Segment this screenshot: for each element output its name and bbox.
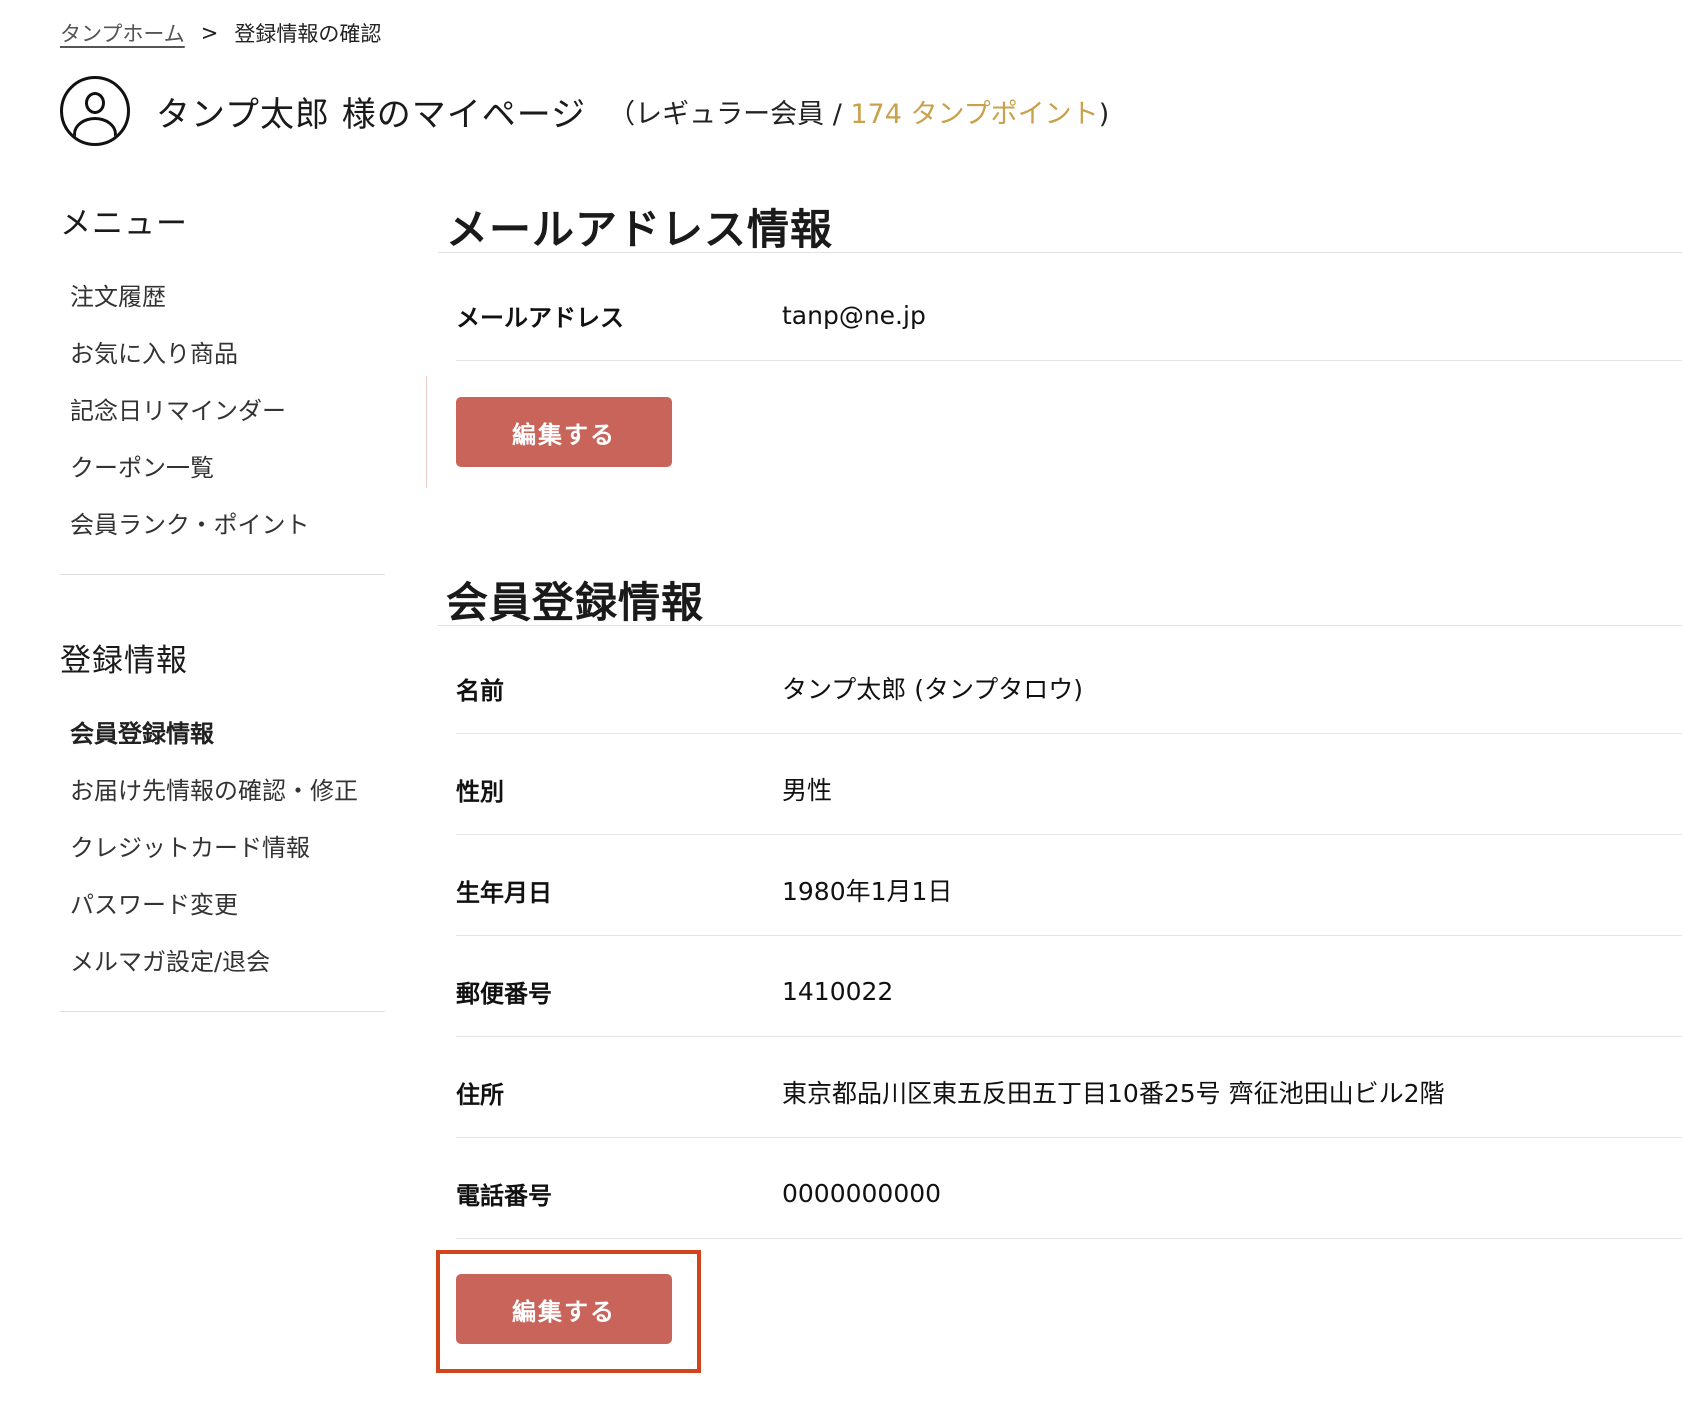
breadcrumb-home-link[interactable]: タンプホーム [60,18,185,48]
postal-code-label: 郵便番号 [456,979,552,1008]
sidebar-item-coupons[interactable]: クーポン一覧 [70,440,385,497]
sidebar-item-credit-card[interactable]: クレジットカード情報 [70,820,385,877]
sidebar-item-newsletter-withdraw[interactable]: メルマガ設定/退会 [70,934,385,991]
member-row-address: 住所 東京都品川区東五反田五丁目10番25号 齊征池田山ビル2階 [456,1047,1682,1138]
page-title: タンプ太郎 様のマイページ [156,94,587,135]
sidebar-register-list: 会員登録情報 お届け先情報の確認・修正 クレジットカード情報 パスワード変更 メ… [60,706,385,991]
sidebar-menu-title: メニュー [60,206,188,242]
page-header: タンプ太郎 様のマイページ （レギュラー会員 / 174 タンプポイント) [60,76,1109,146]
sidebar-divider [60,574,385,575]
page: タンプホーム > 登録情報の確認 タンプ太郎 様のマイページ （レギュラー会員 … [0,0,1682,1426]
sidebar-item-favorites[interactable]: お気に入り商品 [70,326,385,383]
email-row: メールアドレス tanp@ne.jp [456,270,1682,361]
sidebar-divider [60,1011,385,1012]
phone-label: 電話番号 [456,1181,552,1210]
user-circle-icon [60,76,130,146]
sidebar-item-anniversary-reminder[interactable]: 記念日リマインダー [70,383,385,440]
email-section-title: メールアドレス情報 [446,205,834,254]
member-points: 174 タンプポイント [850,98,1099,130]
phone-value: 0000000000 [782,1178,942,1208]
sidebar-menu-list: 注文履歴 お気に入り商品 記念日リマインダー クーポン一覧 会員ランク・ポイント [60,269,385,554]
gender-value: 男性 [782,776,833,805]
sidebar-register-block: 登録情報 会員登録情報 お届け先情報の確認・修正 クレジットカード情報 パスワー… [60,635,385,1012]
sidebar-item-delivery-address[interactable]: お届け先情報の確認・修正 [70,763,385,820]
postal-code-value: 1410022 [782,976,894,1006]
member-edit-button[interactable]: 編集する [456,1274,672,1344]
address-label: 住所 [456,1080,504,1109]
birthdate-value: 1980年1月1日 [782,877,953,906]
sidebar: メニュー 注文履歴 お気に入り商品 記念日リマインダー クーポン一覧 会員ランク… [60,198,385,1012]
breadcrumb-current: 登録情報の確認 [234,22,382,46]
gender-label: 性別 [456,777,504,806]
sidebar-item-order-history[interactable]: 注文履歴 [70,269,385,326]
address-value: 東京都品川区東五反田五丁目10番25号 齊征池田山ビル2階 [782,1079,1445,1108]
sidebar-item-password-change[interactable]: パスワード変更 [70,877,385,934]
member-row-birthdate: 生年月日 1980年1月1日 [456,845,1682,936]
member-row-postal-code: 郵便番号 1410022 [456,946,1682,1037]
sidebar-item-rank-points[interactable]: 会員ランク・ポイント [70,497,385,554]
birthdate-label: 生年月日 [456,878,552,907]
breadcrumb: タンプホーム > 登録情報の確認 [60,18,381,48]
breadcrumb-separator: > [200,21,219,45]
sidebar-item-member-info[interactable]: 会員登録情報 [70,706,385,763]
name-value: タンプ太郎 (タンプタロウ) [782,675,1083,704]
name-label: 名前 [456,676,504,705]
member-row-gender: 性別 男性 [456,744,1682,835]
email-section-rule [438,252,1682,253]
member-section-title: 会員登録情報 [446,578,705,627]
email-label: メールアドレス [456,303,624,332]
member-info-close: ) [1098,98,1110,130]
email-edit-button[interactable]: 編集する [456,397,672,467]
divider [426,376,427,488]
member-row-phone: 電話番号 0000000000 [456,1148,1682,1239]
sidebar-register-title: 登録情報 [60,643,188,679]
email-value: tanp@ne.jp [782,300,926,330]
member-info: （レギュラー会員 / 174 タンプポイント) [608,92,1109,131]
member-rank: （レギュラー会員 / [608,98,851,130]
member-section-rule [438,625,1682,626]
member-row-name: 名前 タンプ太郎 (タンプタロウ) [456,643,1682,734]
